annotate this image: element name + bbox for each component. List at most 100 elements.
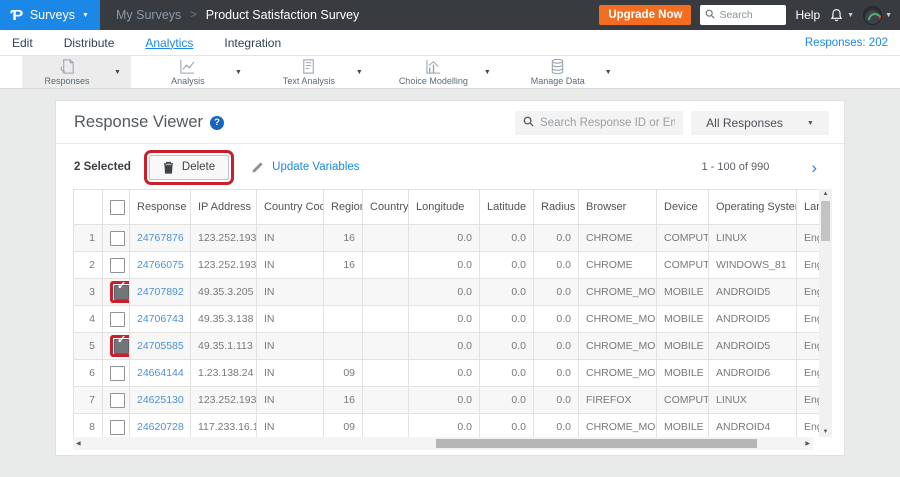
cell-latitude: 0.0 xyxy=(479,359,534,387)
cell-radius: 0.0 xyxy=(533,251,579,279)
select-all-checkbox[interactable] xyxy=(102,189,130,225)
nav-items: Edit Distribute Analytics Integration xyxy=(12,36,312,50)
vertical-scrollbar[interactable]: ▲ ▼ xyxy=(819,189,832,437)
scroll-up-icon[interactable]: ▲ xyxy=(819,191,832,197)
cell-response-id: 24664144 xyxy=(129,359,191,387)
response-id-link[interactable]: 24625130 xyxy=(137,394,184,406)
chevron-down-icon[interactable]: ▼ xyxy=(605,69,612,76)
analysis-icon xyxy=(179,58,196,75)
row-number: 3 xyxy=(73,278,103,306)
cell-radius: 0.0 xyxy=(533,386,579,414)
row-checkbox[interactable] xyxy=(110,392,125,408)
column-header-language[interactable]: Language xyxy=(796,189,819,225)
row-checkbox[interactable] xyxy=(114,285,129,300)
row-checkbox-cell xyxy=(102,251,130,279)
cell-device: MOBILE xyxy=(656,278,709,306)
cell-device: MOBILE xyxy=(656,359,709,387)
cell-region xyxy=(323,305,363,333)
column-header-region[interactable]: Region xyxy=(323,189,363,225)
cell-language: Eng xyxy=(796,359,819,387)
cell-browser: CHROME_MOBILE xyxy=(578,359,657,387)
column-header-longitude[interactable]: Longitude xyxy=(408,189,480,225)
cell-country-code: IN xyxy=(256,413,324,437)
select-all-checkbox[interactable] xyxy=(110,199,125,215)
cell-device: COMPUTER xyxy=(656,224,709,252)
toolbar-item-responses[interactable]: Responses ▼ xyxy=(22,56,131,88)
chevron-down-icon: ▼ xyxy=(81,11,89,19)
nav-item-edit[interactable]: Edit xyxy=(12,36,33,50)
next-page-button[interactable]: › xyxy=(811,159,817,176)
response-id-link[interactable]: 24766075 xyxy=(137,259,184,271)
table-row: 724625130123.252.193.148IN160.00.00.0FIR… xyxy=(73,386,819,414)
table-row: 4 24706743 49.35.3.138 IN 0.0 0.0 0.0 CHROME_MO… xyxy=(73,305,819,333)
bulk-action-bar: 2 Selected Delete Update Variables 1 - 1… xyxy=(74,149,829,185)
response-search-input[interactable] xyxy=(540,117,675,129)
toolbar-item-text-analysis[interactable]: Text Analysis ▼ xyxy=(264,56,373,88)
response-id-link[interactable]: 24705585 xyxy=(137,340,184,352)
horizontal-scroll-thumb[interactable] xyxy=(435,439,758,448)
response-search[interactable] xyxy=(515,111,683,135)
help-icon[interactable]: ? xyxy=(210,115,225,130)
column-header-radius[interactable]: Radius xyxy=(533,189,579,225)
cell-country xyxy=(362,413,409,437)
nav-item-analytics[interactable]: Analytics xyxy=(145,36,193,50)
cell-response-id: 24625130 xyxy=(129,386,191,414)
text-analysis-icon xyxy=(300,58,317,75)
nav-item-integration[interactable]: Integration xyxy=(224,36,281,50)
account-menu[interactable]: ▼ xyxy=(863,5,892,25)
response-id-link[interactable]: 24767876 xyxy=(137,232,184,244)
row-number: 4 xyxy=(73,305,103,333)
column-header-response-id[interactable]: Response ID▲ xyxy=(129,189,191,225)
row-number: 2 xyxy=(73,251,103,279)
column-header-device[interactable]: Device xyxy=(656,189,709,225)
nav-item-distribute[interactable]: Distribute xyxy=(64,36,115,50)
scroll-right-icon[interactable]: ▶ xyxy=(805,440,810,447)
help-link[interactable]: Help xyxy=(795,8,820,22)
cell-ip-address: 117.233.16.177 xyxy=(190,413,257,437)
response-id-link[interactable]: 24706743 xyxy=(137,313,184,325)
scroll-down-icon[interactable]: ▼ xyxy=(819,429,832,435)
row-checkbox[interactable] xyxy=(110,311,125,327)
cell-radius: 0.0 xyxy=(533,278,579,306)
response-id-link[interactable]: 24707892 xyxy=(137,286,184,298)
cell-country-code: IN xyxy=(256,224,324,252)
upgrade-now-button[interactable]: Upgrade Now xyxy=(599,5,692,25)
response-id-link[interactable]: 24664144 xyxy=(137,367,184,379)
toolbar-item-choice-modelling[interactable]: Choice Modelling ▼ xyxy=(385,56,501,88)
column-header-ip-address[interactable]: IP Address xyxy=(190,189,257,225)
horizontal-scrollbar[interactable]: ◀ ▶ xyxy=(73,437,813,450)
chevron-down-icon[interactable]: ▼ xyxy=(235,69,242,76)
column-header-operating-system[interactable]: Operating System xyxy=(708,189,797,225)
column-header-country-code[interactable]: Country Code xyxy=(256,189,324,225)
chevron-down-icon[interactable]: ▼ xyxy=(484,69,491,76)
toolbar-item-manage-data[interactable]: Manage Data ▼ xyxy=(513,56,622,88)
row-checkbox[interactable] xyxy=(110,365,125,381)
update-variables-link[interactable]: Update Variables xyxy=(251,161,360,174)
notifications-menu[interactable]: ▼ xyxy=(829,8,854,23)
global-search[interactable] xyxy=(700,5,787,25)
response-id-link[interactable]: 24620728 xyxy=(137,421,184,433)
toolbar-item-analysis[interactable]: Analysis ▼ xyxy=(143,56,252,88)
row-checkbox[interactable] xyxy=(110,230,125,246)
chevron-down-icon[interactable]: ▼ xyxy=(114,69,121,76)
column-header-latitude[interactable]: Latitude xyxy=(479,189,534,225)
breadcrumb-my-surveys[interactable]: My Surveys xyxy=(116,8,181,22)
scroll-left-icon[interactable]: ◀ xyxy=(76,440,81,447)
vertical-scroll-thumb[interactable] xyxy=(821,201,830,241)
response-filter-dropdown[interactable]: All Responses ▼ xyxy=(691,111,829,135)
row-checkbox-cell xyxy=(102,359,130,387)
global-search-input[interactable] xyxy=(719,9,782,21)
responses-count[interactable]: Responses: 202 xyxy=(805,37,888,49)
row-checkbox[interactable] xyxy=(114,339,129,354)
column-header-country[interactable]: Country xyxy=(362,189,409,225)
row-checkbox[interactable] xyxy=(110,419,125,435)
product-switcher[interactable]: Ƥ Surveys ▼ xyxy=(0,0,100,30)
cell-ip-address: 49.35.3.138 xyxy=(190,305,257,333)
delete-button[interactable]: Delete xyxy=(148,154,230,180)
cell-response-id: 24707892 xyxy=(129,278,191,306)
cell-operating-system: LINUX xyxy=(708,386,797,414)
column-header-browser[interactable]: Browser xyxy=(578,189,657,225)
row-checkbox[interactable] xyxy=(110,257,125,273)
chevron-down-icon[interactable]: ▼ xyxy=(356,69,363,76)
selected-count: 2 Selected xyxy=(74,161,131,173)
